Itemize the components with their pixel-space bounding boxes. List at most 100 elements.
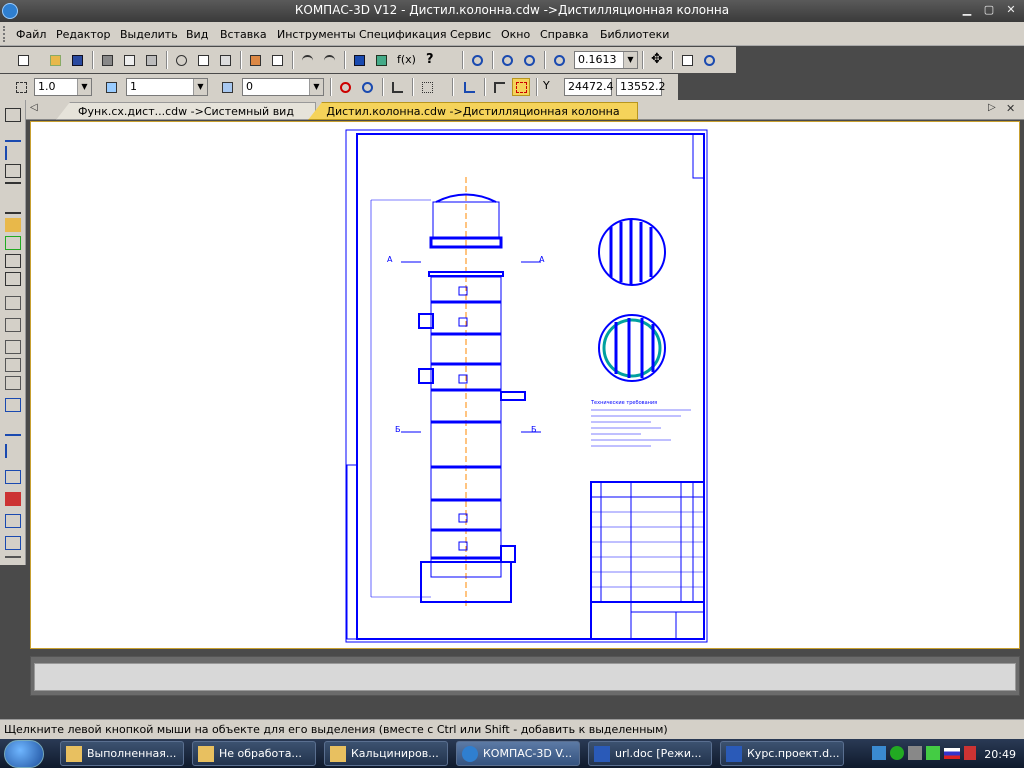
select-icon[interactable] <box>5 218 21 232</box>
properties-button[interactable] <box>268 51 286 69</box>
coord-y-field[interactable]: 13552.2 <box>616 78 666 96</box>
grid-icon[interactable] <box>418 78 436 96</box>
language-flag-icon[interactable] <box>944 748 960 759</box>
circle-icon[interactable] <box>5 358 21 372</box>
paste-button[interactable] <box>216 51 234 69</box>
print-preview-button[interactable] <box>120 51 138 69</box>
associative-view-icon[interactable] <box>5 236 21 250</box>
redo-button[interactable] <box>320 51 338 69</box>
tabs-scroll-left-icon[interactable]: ◁ <box>30 102 38 113</box>
trim-icon[interactable] <box>5 444 21 458</box>
pan-button[interactable]: ✥ <box>648 51 666 69</box>
chevron-down-icon[interactable]: ▼ <box>309 79 323 95</box>
designation-icon[interactable] <box>5 146 21 160</box>
copy-button[interactable] <box>194 51 212 69</box>
antivirus-icon[interactable] <box>890 746 904 760</box>
menu-tools[interactable]: Инструменты <box>277 28 356 41</box>
point-icon[interactable] <box>5 296 21 310</box>
minimize-button[interactable]: ▁ <box>958 3 976 18</box>
task-word-2[interactable]: Курс.проект.d... <box>720 741 844 766</box>
print-button[interactable] <box>98 51 116 69</box>
arc-icon[interactable] <box>5 376 21 390</box>
manager-button[interactable] <box>350 51 368 69</box>
help-pointer-button[interactable]: ? <box>422 51 440 69</box>
snap-icon[interactable] <box>12 78 30 96</box>
open-button[interactable] <box>46 51 64 69</box>
rotate-icon[interactable] <box>5 536 21 550</box>
delete-icon[interactable] <box>5 492 21 506</box>
preview-zoom-button[interactable] <box>142 51 160 69</box>
task-folder-2[interactable]: Не обработа... <box>192 741 316 766</box>
coord-x-field[interactable]: 24472.4 <box>564 78 614 96</box>
menu-edit[interactable]: Редактор <box>56 28 111 41</box>
more-icon[interactable] <box>5 556 21 570</box>
task-word-1[interactable]: url.doc [Режи... <box>588 741 712 766</box>
parametrize-icon[interactable] <box>5 182 21 196</box>
rectangle-icon[interactable] <box>5 340 21 354</box>
fx-button[interactable]: f(x) <box>394 51 418 69</box>
local-cs-icon[interactable] <box>460 78 478 96</box>
report-icon[interactable] <box>5 272 21 286</box>
close-tab-icon[interactable]: ✕ <box>1006 102 1015 115</box>
clock[interactable]: 20:49 <box>984 748 1016 761</box>
line-icon[interactable] <box>5 318 21 332</box>
menu-service[interactable]: Сервис <box>450 28 491 41</box>
save-button[interactable] <box>68 51 86 69</box>
edit-icon[interactable] <box>5 164 21 178</box>
angle-icon[interactable] <box>388 78 406 96</box>
new-document-button[interactable] <box>14 51 32 69</box>
zoom-scale-icon[interactable] <box>550 51 568 69</box>
task-folder-1[interactable]: Выполненная... <box>60 741 184 766</box>
task-folder-3[interactable]: Кальциниров... <box>324 741 448 766</box>
update-icon[interactable] <box>926 746 940 760</box>
show-all-button[interactable] <box>678 51 696 69</box>
chevron-down-icon[interactable]: ▼ <box>623 52 637 68</box>
menu-insert[interactable]: Вставка <box>220 28 267 41</box>
ortho-icon[interactable] <box>490 78 508 96</box>
tray-app-icon[interactable] <box>964 746 976 760</box>
magnet-icon[interactable] <box>336 78 354 96</box>
menu-help[interactable]: Справка <box>540 28 588 41</box>
zoom-out-button[interactable] <box>520 51 538 69</box>
style-combo[interactable]: 0 ▼ <box>242 78 324 96</box>
spec-icon[interactable] <box>5 254 21 268</box>
menu-libraries[interactable]: Библиотеки <box>600 28 669 41</box>
format-brush-button[interactable] <box>246 51 264 69</box>
undo-button[interactable] <box>298 51 316 69</box>
measure-icon[interactable] <box>5 200 21 214</box>
geometry-icon[interactable] <box>5 108 21 122</box>
fillet-icon[interactable] <box>5 470 21 484</box>
copy-object-icon[interactable] <box>5 514 21 528</box>
network-icon[interactable] <box>872 746 886 760</box>
menu-grip[interactable] <box>3 26 7 42</box>
variables-button[interactable] <box>372 51 390 69</box>
menu-view[interactable]: Вид <box>186 28 208 41</box>
current-point-icon[interactable] <box>512 78 530 96</box>
task-kompas[interactable]: КОМПАС-3D V... <box>456 741 580 766</box>
dimension-icon[interactable] <box>5 128 21 142</box>
menu-select[interactable]: Выделить <box>120 28 178 41</box>
tabs-scroll-right-icon[interactable]: ▷ <box>988 102 996 113</box>
chevron-down-icon[interactable]: ▼ <box>193 79 207 95</box>
menu-file[interactable]: Файл <box>16 28 46 41</box>
start-button[interactable] <box>4 740 44 768</box>
chevron-down-icon[interactable]: ▼ <box>77 79 91 95</box>
zoom-combo[interactable]: 0.1613 ▼ <box>574 51 638 69</box>
layer-combo[interactable]: 1 ▼ <box>126 78 208 96</box>
drawing-canvas[interactable]: А А Б Б Технические требования <box>30 121 1020 649</box>
style-icon[interactable] <box>218 78 236 96</box>
maximize-button[interactable]: ▢ <box>980 3 998 18</box>
global-snap-icon[interactable] <box>358 78 376 96</box>
line-scale-combo[interactable]: 1.0 ▼ <box>34 78 92 96</box>
volume-icon[interactable] <box>908 746 922 760</box>
refresh-button[interactable] <box>700 51 718 69</box>
menu-specification[interactable]: Спецификация <box>359 28 446 41</box>
close-button[interactable]: ✕ <box>1002 3 1020 18</box>
menu-window[interactable]: Окно <box>501 28 530 41</box>
zoom-in-button[interactable] <box>498 51 516 69</box>
hatch-icon[interactable] <box>5 398 21 412</box>
zoom-window-button[interactable] <box>468 51 486 69</box>
tab-function-scheme[interactable]: Функ.сх.дист...cdw ->Системный вид <box>56 102 316 120</box>
offset-icon[interactable] <box>5 422 21 436</box>
cut-icon[interactable] <box>172 51 190 69</box>
